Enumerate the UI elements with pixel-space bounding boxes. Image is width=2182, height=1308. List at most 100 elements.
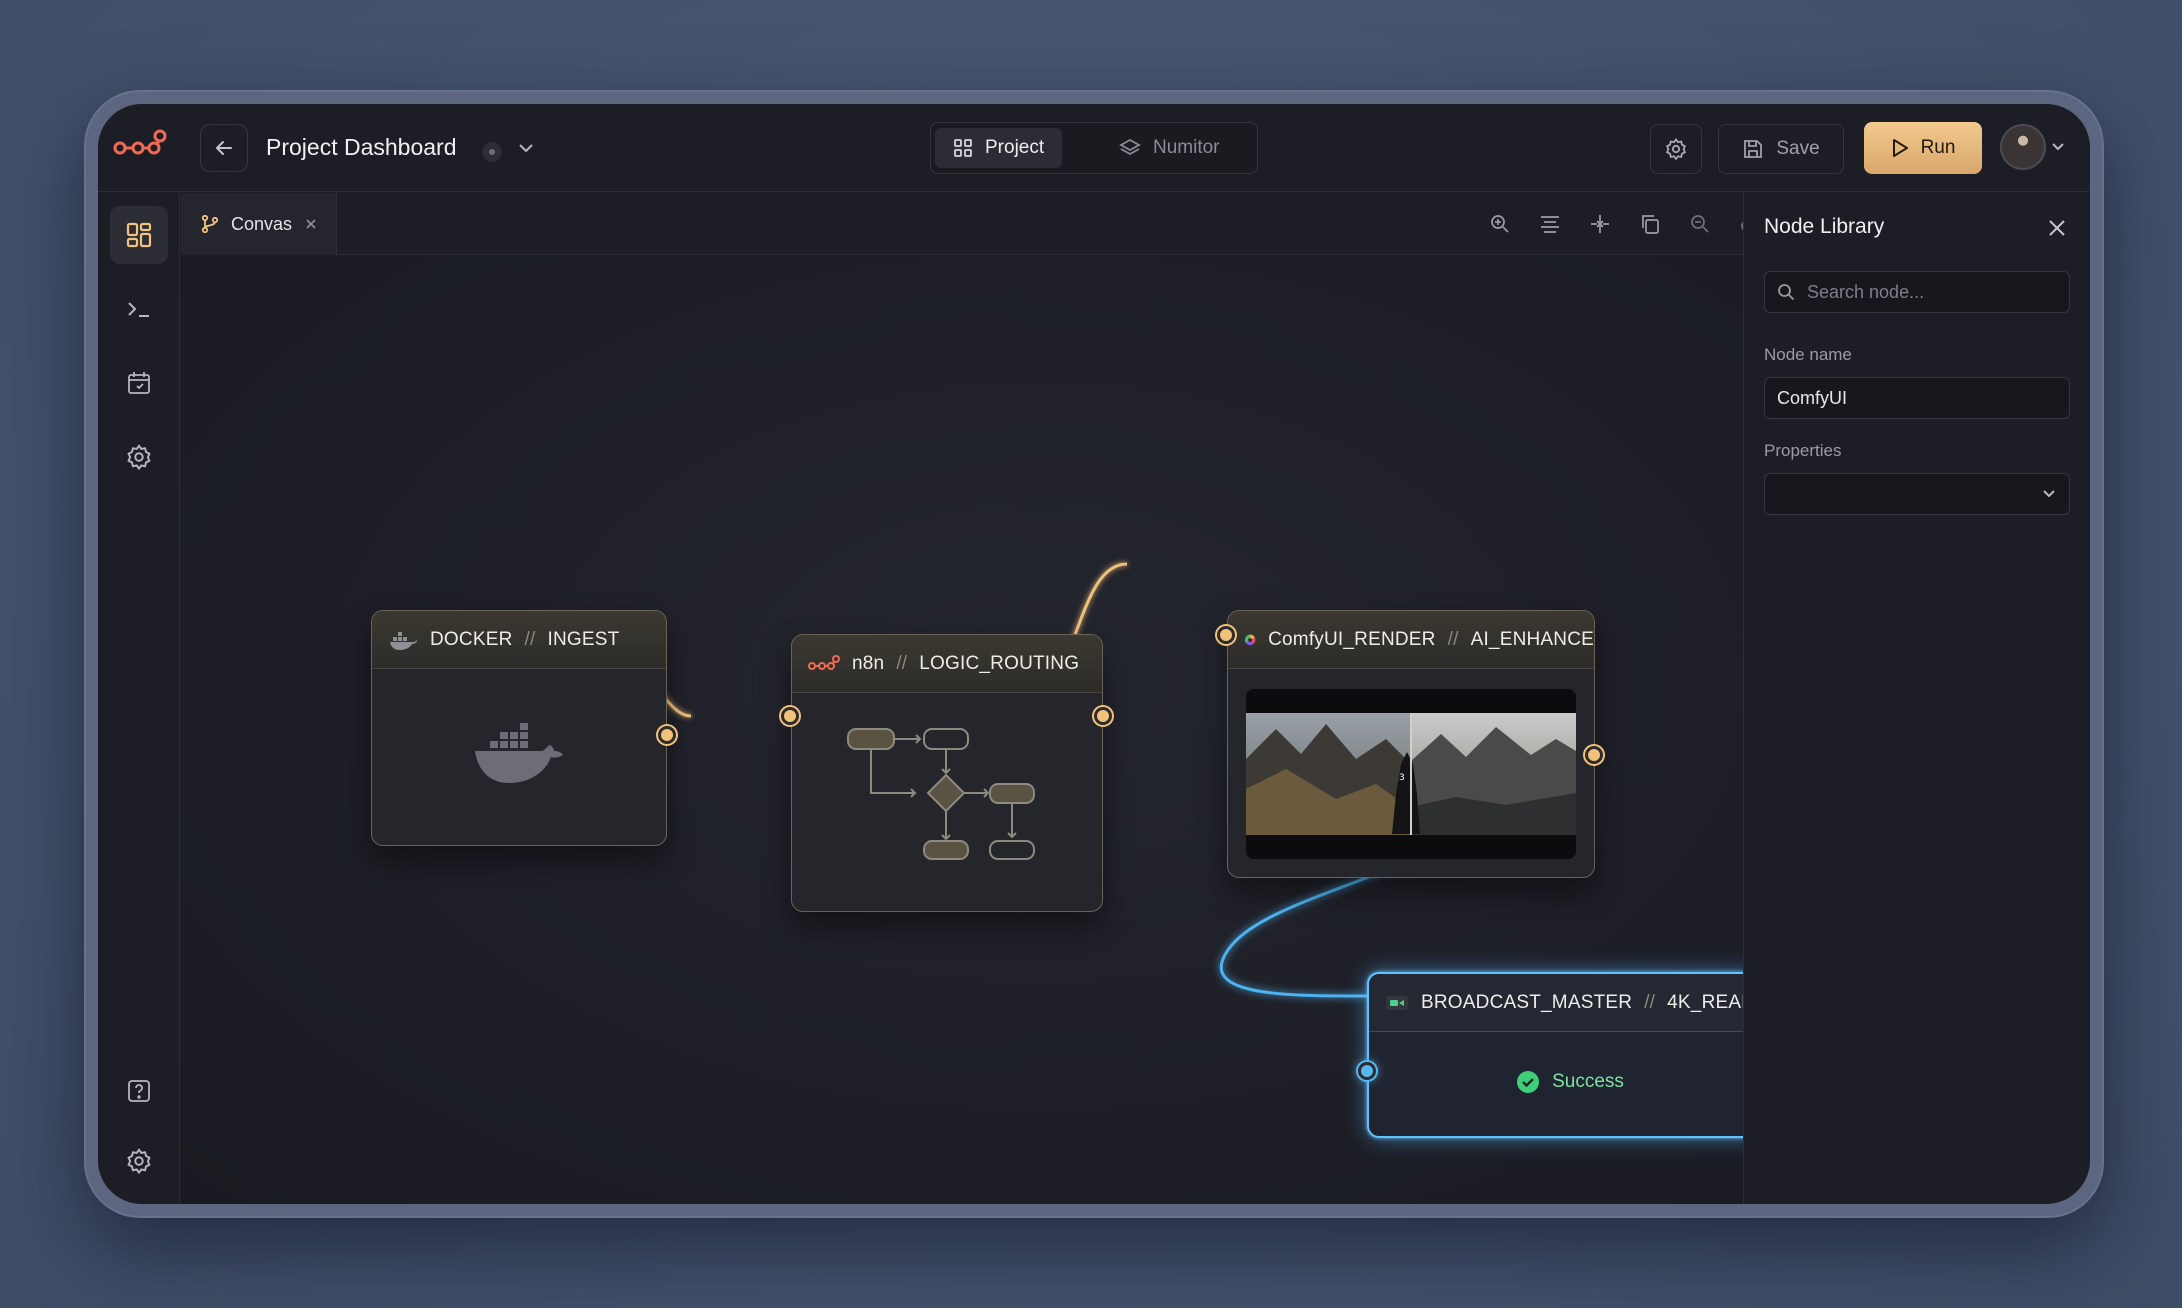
node-comfy-role: AI_ENHANCE <box>1470 628 1594 650</box>
check-circle-icon <box>1517 1071 1540 1093</box>
node-comfyui-render[interactable]: ComfyUI_RENDER // AI_ENHANCE 3 <box>1217 610 1603 878</box>
tab-numitor-label: Numitor <box>1153 137 1220 158</box>
align-icon <box>1541 216 1559 233</box>
node-broadcast-master[interactable]: BROADCAST_MASTER // 4K_READY Success <box>1358 972 1743 1138</box>
node-broadcast-header: BROADCAST_MASTER // 4K_READY <box>1369 974 1743 1032</box>
node-n8n-routing[interactable]: n8n // LOGIC_ROUTING <box>781 634 1112 912</box>
docker-output-port[interactable] <box>658 726 676 744</box>
n8n-logo-icon <box>113 129 167 155</box>
back-button[interactable] <box>200 124 248 172</box>
search-node-input[interactable]: Search node... <box>1764 271 2070 313</box>
help-icon <box>128 1080 150 1102</box>
panel-title: Node Library <box>1764 215 1885 238</box>
copy-icon <box>1642 215 1659 234</box>
editor-tab-bar: Convas <box>181 193 1807 255</box>
comfy-input-port[interactable] <box>1217 626 1235 644</box>
zoom-in-icon <box>1491 215 1509 233</box>
zoom-out-tool[interactable] <box>1687 211 1713 237</box>
fit-icon <box>1591 215 1609 233</box>
node-name-label: Node name <box>1764 345 1852 364</box>
sidebar-item-dashboard[interactable] <box>110 206 168 264</box>
node-n8n-sep: // <box>896 652 908 674</box>
video-camera-icon <box>1386 995 1408 1010</box>
properties-select[interactable] <box>1764 473 2070 515</box>
settings-icon <box>127 1148 151 1175</box>
n8n-output-port[interactable] <box>1094 707 1112 725</box>
save-label: Save <box>1776 138 1820 159</box>
zoom-out-icon <box>1691 215 1709 233</box>
close-icon[interactable] <box>2046 217 2068 239</box>
layers-icon <box>1119 138 1141 156</box>
page-title: Project Dashboard <box>266 134 457 160</box>
calendar-icon <box>128 372 150 394</box>
node-name-field[interactable]: ComfyUI <box>1764 377 2070 419</box>
save-icon <box>1744 140 1763 158</box>
copy-tool[interactable] <box>1637 211 1663 237</box>
svg-text:3: 3 <box>1399 773 1405 783</box>
n8n-icon <box>808 654 840 670</box>
play-icon <box>1892 139 1908 157</box>
node-docker-sep: // <box>524 628 536 650</box>
docker-icon <box>390 631 417 650</box>
arrow-left-icon <box>215 141 232 155</box>
n8n-input-port[interactable] <box>781 707 799 725</box>
status-label: Success <box>1552 1071 1624 1092</box>
sidebar-item-terminal[interactable] <box>110 280 168 338</box>
comfy-output-port[interactable] <box>1585 746 1603 764</box>
tab-project-label: Project <box>985 137 1045 158</box>
tab-convas[interactable]: Convas <box>181 193 337 255</box>
tab-convas-label: Convas <box>231 213 293 234</box>
node-library-panel: Node Library Search node... Node name Co… <box>1743 193 2090 1204</box>
top-bar: Project Dashboard Project Numitor Save R… <box>98 104 2090 192</box>
docker-whale-icon <box>475 723 563 783</box>
workflow-canvas[interactable]: DOCKER // INGEST n8n // LOGIC_ROUTING Co… <box>181 256 1743 1204</box>
user-avatar[interactable] <box>2000 124 2046 170</box>
terminal-icon <box>128 302 149 317</box>
view-switcher: Project Numitor <box>930 122 1258 174</box>
chevron-down-icon[interactable] <box>516 140 536 156</box>
node-broadcast-sep: // <box>1644 991 1656 1013</box>
grid-icon <box>954 139 972 157</box>
node-n8n-header: n8n // LOGIC_ROUTING <box>792 635 1102 693</box>
zoom-in-tool[interactable] <box>1487 211 1513 237</box>
node-docker-name: DOCKER <box>430 628 513 650</box>
search-icon <box>1778 284 1795 301</box>
comfyui-icon <box>1244 633 1256 645</box>
settings-icon <box>127 444 151 471</box>
run-button[interactable]: Run <box>1864 122 1982 174</box>
sidebar-item-help[interactable] <box>110 1062 168 1120</box>
status-badge: Success <box>1369 1070 1743 1094</box>
run-label: Run <box>1920 137 1956 158</box>
chevron-down-icon <box>2043 490 2055 498</box>
node-comfy-name: ComfyUI_RENDER <box>1268 628 1436 650</box>
sidebar-item-calendar[interactable] <box>110 354 168 412</box>
chevron-down-icon[interactable] <box>2050 140 2066 154</box>
sidebar <box>98 192 180 1204</box>
save-button[interactable]: Save <box>1718 124 1844 174</box>
node-comfy-sep: // <box>1447 628 1459 650</box>
node-n8n-role: LOGIC_ROUTING <box>919 652 1080 674</box>
branch-icon <box>201 214 219 234</box>
properties-label: Properties <box>1764 441 1842 460</box>
node-n8n-name: n8n <box>852 652 885 674</box>
tab-numitor[interactable]: Numitor <box>1101 128 1238 168</box>
dashboard-icon <box>126 222 152 248</box>
sidebar-item-preferences[interactable] <box>110 1132 168 1190</box>
tab-project[interactable]: Project <box>935 128 1063 168</box>
node-comfy-header: ComfyUI_RENDER // AI_ENHANCE <box>1228 611 1594 669</box>
fit-tool[interactable] <box>1587 211 1613 237</box>
broadcast-input-port[interactable] <box>1358 1062 1376 1080</box>
align-tool[interactable] <box>1537 211 1563 237</box>
close-icon[interactable] <box>304 217 318 231</box>
settings-button[interactable] <box>1650 124 1702 174</box>
node-broadcast-name: BROADCAST_MASTER <box>1421 991 1633 1013</box>
gear-icon <box>1665 138 1687 161</box>
flowchart-icon <box>847 728 1035 860</box>
sidebar-item-settings[interactable] <box>110 428 168 486</box>
search-placeholder: Search node... <box>1807 281 1925 302</box>
node-docker-ingest[interactable]: DOCKER // INGEST <box>371 610 676 846</box>
status-dot-icon <box>482 142 502 162</box>
render-preview-image: 3 <box>1246 689 1576 859</box>
node-docker-header: DOCKER // INGEST <box>372 611 666 669</box>
node-docker-role: INGEST <box>547 628 620 650</box>
